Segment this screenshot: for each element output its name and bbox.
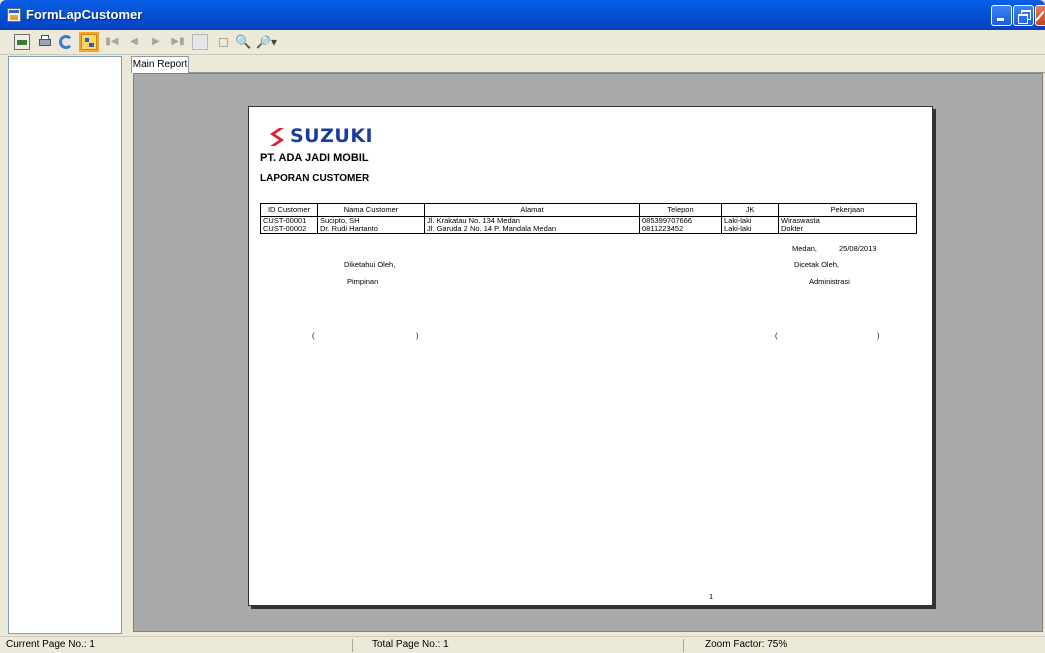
tab-main-report[interactable]: Main Report bbox=[131, 56, 189, 73]
report-view-area: Main Report SUZUKI PT. ADA JADI MOBIL LA… bbox=[131, 56, 1045, 634]
table-cell: Jl. Garuda 2 No. 14 P. Mandala Medan bbox=[424, 225, 640, 234]
printed-by-role: Administrasi bbox=[809, 277, 850, 286]
brand-name: SUZUKI bbox=[290, 125, 374, 147]
report-canvas[interactable]: SUZUKI PT. ADA JADI MOBIL LAPORAN CUSTOM… bbox=[133, 73, 1043, 632]
group-tree-panel[interactable] bbox=[8, 56, 122, 634]
known-by-role: Pimpinan bbox=[347, 277, 379, 286]
known-by-label: Diketahui Oleh, bbox=[344, 260, 396, 269]
right-signature-open: ( bbox=[775, 331, 778, 340]
app-form-icon bbox=[7, 8, 21, 22]
left-signature-open: ( bbox=[312, 331, 315, 340]
go-to-page-icon[interactable] bbox=[192, 34, 208, 50]
current-page-status: Current Page No.: 1 bbox=[6, 639, 95, 650]
printed-by-label: Dicetak Oleh, bbox=[794, 260, 840, 269]
zoom-dropdown-icon[interactable]: 🔎▾ bbox=[256, 34, 278, 50]
column-header: Telepon bbox=[639, 203, 722, 217]
print-icon[interactable] bbox=[37, 34, 53, 50]
report-page: SUZUKI PT. ADA JADI MOBIL LAPORAN CUSTOM… bbox=[248, 106, 933, 606]
window-title: FormLapCustomer bbox=[26, 7, 143, 22]
column-header: ID Customer bbox=[260, 203, 318, 217]
report-date: 25/08/2013 bbox=[839, 244, 877, 253]
stop-loading-icon[interactable] bbox=[215, 34, 231, 50]
suzuki-logo: SUZUKI bbox=[268, 125, 388, 147]
export-report-icon[interactable] bbox=[14, 34, 30, 50]
zoom-status: Zoom Factor: 75% bbox=[705, 639, 788, 650]
find-text-icon[interactable]: 🔍 bbox=[235, 34, 251, 50]
table-cell: Laki-laki bbox=[721, 225, 779, 234]
customer-table: ID Customer Nama Customer Alamat Telepon… bbox=[260, 203, 917, 234]
minimize-button[interactable] bbox=[991, 5, 1012, 26]
table-cell: 0811223452 bbox=[639, 225, 722, 234]
column-header: Alamat bbox=[424, 203, 640, 217]
table-cell: Dokter bbox=[778, 225, 917, 234]
column-header: Nama Customer bbox=[317, 203, 425, 217]
status-divider bbox=[352, 639, 353, 652]
refresh-icon[interactable] bbox=[59, 35, 73, 49]
toggle-group-tree-icon[interactable] bbox=[81, 34, 97, 50]
next-page-icon[interactable]: ▶ bbox=[148, 34, 164, 50]
table-cell: Dr. Rudi Hartanto bbox=[317, 225, 425, 234]
last-page-icon[interactable]: ▶▮ bbox=[170, 34, 186, 50]
column-header: Pekerjaan bbox=[778, 203, 917, 217]
first-page-icon[interactable]: ▮◀ bbox=[104, 34, 120, 50]
company-name: PT. ADA JADI MOBIL bbox=[260, 152, 369, 164]
restore-button[interactable] bbox=[1013, 5, 1034, 26]
table-cell: CUST-00002 bbox=[260, 225, 318, 234]
report-title: LAPORAN CUSTOMER bbox=[260, 173, 370, 184]
status-divider bbox=[683, 639, 684, 652]
right-signature-close: ) bbox=[877, 331, 880, 340]
left-signature-close: ) bbox=[416, 331, 419, 340]
report-toolbar: ▮◀ ◀ ▶ ▶▮ 🔍 🔎▾ bbox=[0, 30, 1045, 55]
status-bar: Current Page No.: 1 Total Page No.: 1 Zo… bbox=[0, 636, 1045, 653]
column-header: JK bbox=[721, 203, 779, 217]
previous-page-icon[interactable]: ◀ bbox=[126, 34, 142, 50]
title-bar[interactable]: FormLapCustomer bbox=[0, 0, 1045, 30]
table-row: CUST-00002 Dr. Rudi Hartanto Jl. Garuda … bbox=[260, 225, 917, 234]
close-button[interactable] bbox=[1035, 5, 1045, 26]
place-label: Medan, bbox=[792, 244, 818, 253]
page-number: 1 bbox=[709, 592, 714, 601]
suzuki-s-icon bbox=[270, 128, 284, 146]
total-page-status: Total Page No.: 1 bbox=[372, 639, 449, 650]
